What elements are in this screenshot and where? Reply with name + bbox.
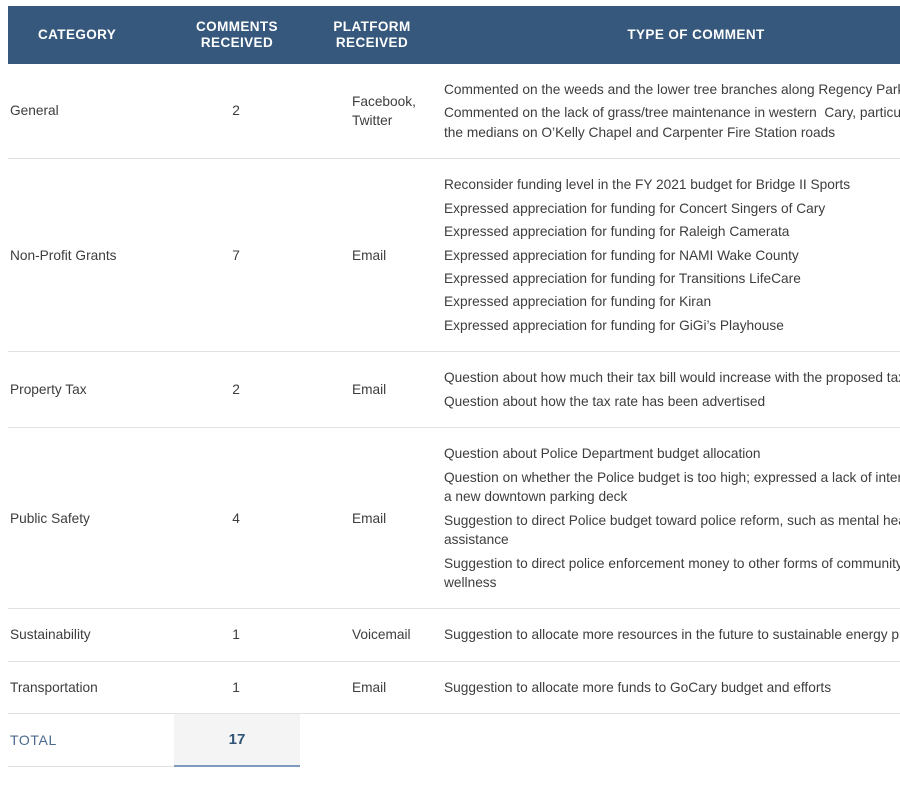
comments-summary-table: CATEGORY COMMENTS RECEIVED PLATFORM RECE… [8, 6, 900, 768]
total-row: TOTAL 17 [8, 713, 900, 768]
cell-comments-received: 1 [174, 608, 300, 662]
cell-type-of-comment: Suggestion to allocate more funds to GoC… [444, 661, 900, 715]
cell-platform-received: Facebook, Twitter [300, 63, 444, 160]
table-row: General 2 Facebook, Twitter Commented on th… [8, 63, 900, 160]
cell-platform-received: Email [300, 158, 444, 353]
table-header: CATEGORY COMMENTS RECEIVED PLATFORM RECE… [8, 6, 900, 64]
comment-line: Question on whether the Police budget is… [444, 469, 900, 505]
column-header-platform-received: PLATFORM RECEIVED [300, 6, 444, 64]
total-label: TOTAL [8, 713, 174, 767]
comment-line: Suggestion to allocate more resources in… [444, 627, 900, 643]
column-header-comments-received-line1: COMMENTS [196, 19, 278, 34]
comment-line: Expressed appreciation for funding for T… [444, 271, 801, 287]
comment-line: Expressed appreciation for funding for K… [444, 294, 712, 310]
table-body: General 2 Facebook, Twitter Commented on th… [8, 63, 900, 715]
cell-category: Sustainability [8, 608, 174, 662]
table-row: Public Safety 4 Email Question about Police… [8, 427, 900, 610]
table-row: Sustainability 1 Voicemail Suggestion to al… [8, 608, 900, 662]
column-header-platform-received-line2: RECEIVED [335, 34, 409, 50]
cell-comments-received: 2 [174, 63, 300, 160]
table-row: Non-Profit Grants 7 Email Reconsider fundin… [8, 158, 900, 353]
total-blank-platform [300, 714, 444, 767]
cell-type-of-comment: Reconsider funding level in the FY 2021 … [444, 158, 900, 353]
cell-platform-received: Email [300, 661, 444, 715]
cell-category: Non-Profit Grants [8, 158, 174, 353]
total-blank-type [444, 714, 900, 767]
column-header-type-of-comment: TYPE OF COMMENT [444, 6, 900, 64]
column-header-category: CATEGORY [8, 6, 174, 64]
cell-platform-received: Email [300, 427, 444, 610]
cell-comments-received: 1 [174, 661, 300, 715]
cell-type-of-comment: Question about how much their tax bill w… [444, 351, 900, 429]
comment-line: Suggestion to allocate more funds to GoC… [444, 679, 832, 695]
comment-line: Question about how much their tax bill w… [444, 370, 900, 386]
column-header-comments-received-line2: RECEIVED [200, 34, 274, 50]
cell-platform-received: Email [300, 351, 444, 429]
comment-line: Suggestion to direct police enforcement … [444, 555, 900, 590]
cell-platform-received: Voicemail [300, 608, 444, 662]
comments-table-container: CATEGORY COMMENTS RECEIVED PLATFORM RECE… [0, 0, 900, 790]
table-row: Transportation 1 Email Suggestion to alloca… [8, 661, 900, 715]
cell-type-of-comment: Suggestion to allocate more resources in… [444, 608, 900, 662]
comment-line: Commented on the weeds and the lower tre… [444, 81, 900, 97]
comment-line: Question about how the tax rate has been… [444, 393, 766, 409]
table-header-row: CATEGORY COMMENTS RECEIVED PLATFORM RECE… [8, 6, 900, 64]
cell-category: Public Safety [8, 427, 174, 610]
column-header-comments-received: COMMENTS RECEIVED [174, 6, 300, 64]
column-header-platform-received-line1: PLATFORM [333, 19, 411, 34]
cell-comments-received: 7 [174, 158, 300, 353]
table-footer: TOTAL 17 [8, 713, 900, 768]
comment-line: Expressed appreciation for funding for R… [444, 224, 790, 240]
comment-line: Reconsider funding level in the FY 2021 … [444, 177, 851, 193]
comment-line: Suggestion to direct Police budget towar… [444, 512, 900, 548]
cell-comments-received: 2 [174, 351, 300, 429]
cell-category: Transportation [8, 661, 174, 715]
comment-line: Commented on the lack of grass/tree main… [444, 105, 900, 140]
comment-line: Expressed appreciation for funding for G… [444, 317, 784, 333]
comment-line: Expressed appreciation for funding for N… [444, 247, 799, 263]
cell-type-of-comment: Commented on the weeds and the lower tre… [444, 63, 900, 160]
total-value: 17 [174, 713, 300, 768]
cell-type-of-comment: Question about Police Department budget … [444, 427, 900, 610]
cell-comments-received: 4 [174, 427, 300, 610]
comment-line: Question about Police Department budget … [444, 446, 761, 462]
comment-line: Expressed appreciation for funding for C… [444, 200, 826, 216]
table-row: Property Tax 2 Email Question about how muc… [8, 351, 900, 429]
cell-category: General [8, 63, 174, 160]
cell-category: Property Tax [8, 351, 174, 429]
